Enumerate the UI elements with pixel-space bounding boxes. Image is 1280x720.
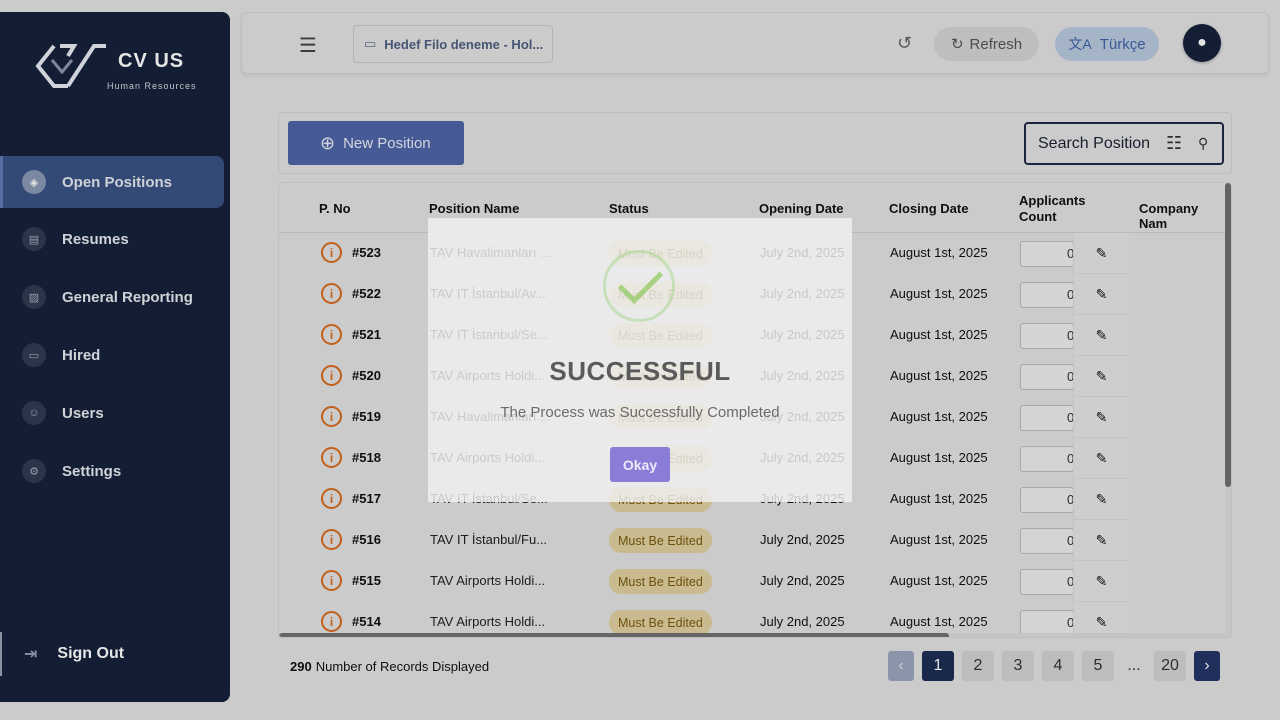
okay-button[interactable]: Okay — [610, 447, 670, 482]
dialog-message: The Process was Successfully Completed — [500, 404, 780, 421]
dialog-title: SUCCESSFUL — [549, 356, 731, 386]
success-dialog: SUCCESSFUL The Process was Successfully … — [428, 218, 852, 502]
success-check-icon — [603, 250, 675, 322]
